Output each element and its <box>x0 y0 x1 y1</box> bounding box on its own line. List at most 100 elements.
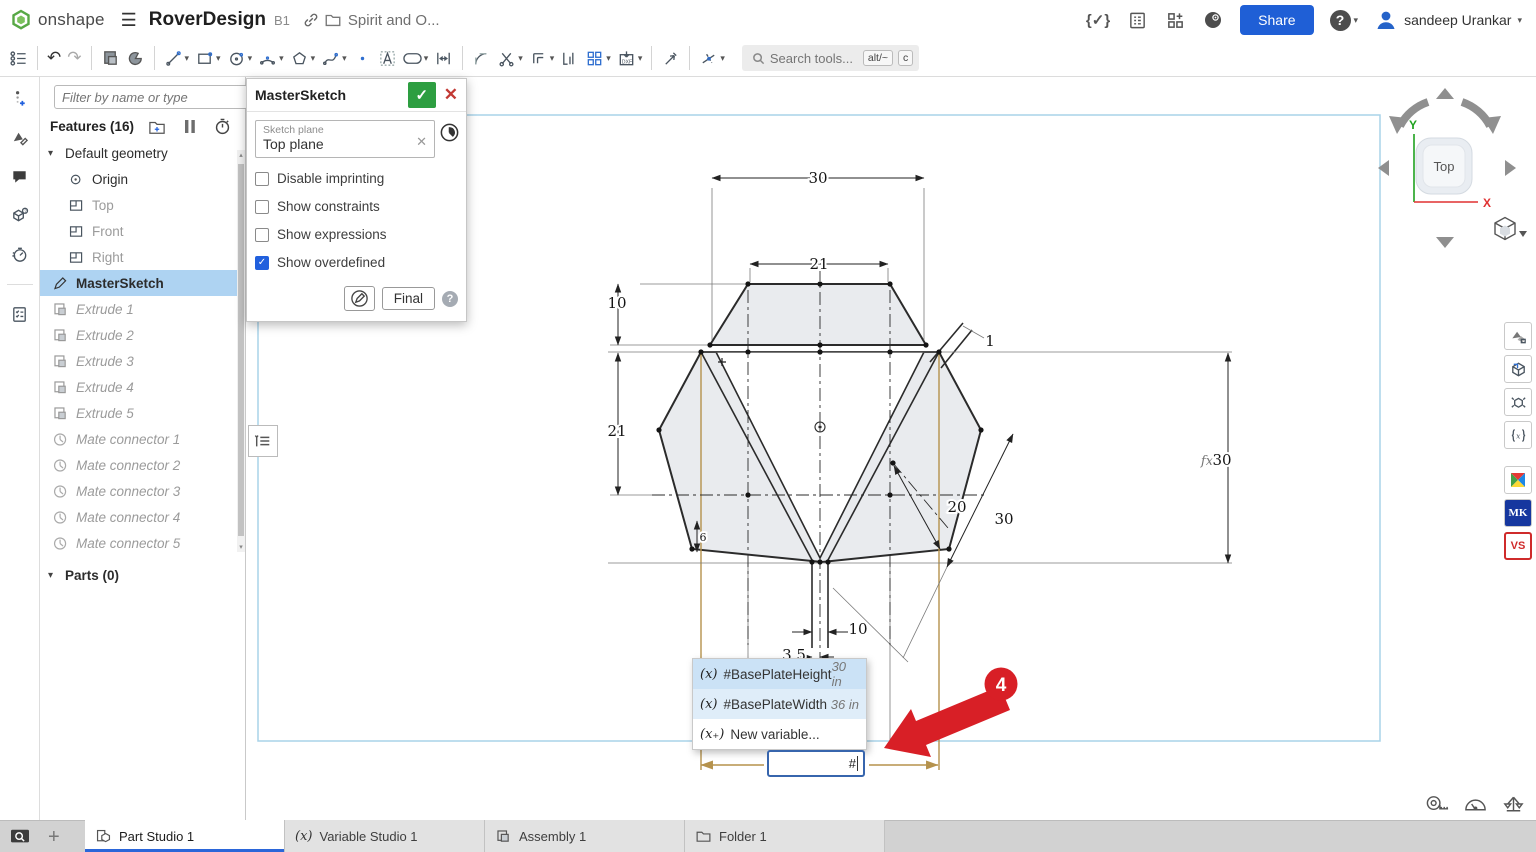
comment-panel-button[interactable] <box>10 167 29 186</box>
cancel-icon[interactable]: ✕ <box>444 85 458 105</box>
show-tabs-icon[interactable] <box>10 828 30 846</box>
spline-tool-button[interactable]: ▾ <box>318 46 350 71</box>
onshape-logo[interactable]: onshape <box>10 9 105 31</box>
named-views-button[interactable] <box>1504 355 1532 383</box>
tree-item-mate-connector-5[interactable]: Mate connector 5 <box>40 530 245 556</box>
render-appearance-button[interactable] <box>1504 322 1532 350</box>
isometric-cube-icon[interactable] <box>1495 218 1515 241</box>
view-options-caret[interactable] <box>1519 231 1527 237</box>
search-tools[interactable]: alt/~ c <box>742 45 919 71</box>
dim-bottom-10[interactable]: 10 <box>848 620 867 638</box>
dimension-value-input[interactable]: # <box>767 750 865 777</box>
point-tool-button[interactable] <box>350 46 375 71</box>
dialog-help-icon[interactable]: ? <box>442 291 458 307</box>
tab-part-studio-1[interactable]: Part Studio 1 <box>85 820 285 852</box>
clear-selection-icon[interactable]: ✕ <box>416 134 427 150</box>
tree-item-extrude-1[interactable]: Extrude 1 <box>40 296 245 322</box>
apps-icon[interactable] <box>1164 9 1186 31</box>
featurescript-icon[interactable]: {✓} <box>1086 11 1110 29</box>
polygon-tool-button[interactable]: ▾ <box>287 46 319 71</box>
feature-list-tool-button[interactable] <box>6 46 31 71</box>
variable-option-BasePlateWidth[interactable]: (x)#BasePlateWidth36 in <box>693 689 866 719</box>
dim-slot-20[interactable]: 20 <box>947 498 966 516</box>
rotate-right-arrow[interactable] <box>1505 160 1516 176</box>
help-menu[interactable]: ? ▾ <box>1330 10 1359 31</box>
add-folder-icon[interactable] <box>148 119 166 135</box>
tree-item-right[interactable]: Right <box>40 244 245 270</box>
variable-option-BasePlateHeight[interactable]: (x)#BasePlateHeight30 in <box>693 659 866 689</box>
parts-section-header[interactable]: ▾ Parts (0) <box>40 562 245 588</box>
dim-left-height[interactable]: 21 <box>607 422 626 440</box>
checkbox-row-show-constraints[interactable]: Show constraints <box>255 199 458 214</box>
text-tool-button[interactable] <box>375 46 400 71</box>
measure-tool-button[interactable] <box>557 46 582 71</box>
performance-panel-button[interactable] <box>10 245 29 264</box>
arc-tool-button[interactable]: ▾ <box>255 46 287 71</box>
view-cube-face-label[interactable]: Top <box>1434 159 1455 174</box>
learning-center-icon[interactable] <box>1202 9 1224 31</box>
link-icon[interactable] <box>300 9 322 31</box>
tab-assembly-1[interactable]: Assembly 1 <box>485 820 685 852</box>
dim-mid-width[interactable]: 21 <box>809 255 828 273</box>
rollback-clock-icon[interactable] <box>439 122 460 143</box>
part-info-panel-button[interactable]: ? <box>10 206 29 225</box>
add-tab-button[interactable]: + <box>48 826 60 849</box>
version-label[interactable]: B1 <box>274 13 290 28</box>
line-tool-button[interactable]: ▾ <box>161 46 193 71</box>
search-tools-input[interactable] <box>770 51 858 66</box>
dim-fx-value[interactable]: 30 <box>1212 451 1231 469</box>
user-menu[interactable]: sandeep Urankar ▾ <box>1374 8 1522 32</box>
tree-item-mate-connector-2[interactable]: Mate connector 2 <box>40 452 245 478</box>
rotate-left-arrow[interactable] <box>1378 160 1389 176</box>
tree-item-front[interactable]: Front <box>40 218 245 244</box>
feature-filter-input[interactable] <box>54 85 248 109</box>
transform-tool-button[interactable] <box>658 46 683 71</box>
dim-trap-height[interactable]: 10 <box>607 294 626 312</box>
final-button[interactable]: Final <box>382 287 435 310</box>
tree-item-mastersketch[interactable]: MasterSketch <box>40 270 245 296</box>
dim-top-width[interactable]: 30 <box>808 169 827 187</box>
copy-tool-button[interactable] <box>98 46 123 71</box>
tilt-up-arrow[interactable] <box>1436 88 1454 99</box>
variable-option-New variable[interactable]: (x₊)New variable... <box>693 719 866 749</box>
notes-panel-button[interactable] <box>10 305 29 324</box>
mk-app-button[interactable]: MK <box>1504 499 1532 527</box>
tree-item-mate-connector-4[interactable]: Mate connector 4 <box>40 504 245 530</box>
breadcrumb[interactable]: Spirit and O... <box>348 12 440 29</box>
checkbox[interactable] <box>255 200 269 214</box>
exploded-view-button[interactable] <box>1504 388 1532 416</box>
pinwheel-button[interactable] <box>1504 466 1532 494</box>
checkbox[interactable]: ✓ <box>255 256 269 270</box>
dim-small-6[interactable]: 6 <box>700 531 707 544</box>
checkbox-row-disable-imprinting[interactable]: Disable imprinting <box>255 171 458 186</box>
view-cube[interactable]: Top Y X <box>1376 82 1528 254</box>
circle-tool-button[interactable]: ▾ <box>224 46 256 71</box>
dim-diag-30[interactable]: 30 <box>994 510 1013 528</box>
tab-variable-studio-1[interactable]: (x)Variable Studio 1 <box>285 820 485 852</box>
share-button[interactable]: Share <box>1240 5 1313 35</box>
trim-tool-button[interactable]: ▾ <box>494 46 526 71</box>
hamburger-menu-icon[interactable]: ☰ <box>121 10 137 31</box>
checkbox-row-show-expressions[interactable]: Show expressions <box>255 227 458 242</box>
suppress-pause-icon[interactable] <box>184 119 196 134</box>
release-tasks-icon[interactable] <box>1126 9 1148 31</box>
dim-strip-1[interactable]: 1 <box>985 332 995 350</box>
dimension-tool-button[interactable] <box>431 46 456 71</box>
offset-tool-button[interactable]: ▾ <box>526 46 558 71</box>
tilt-down-arrow[interactable] <box>1436 237 1454 248</box>
featurescript-button[interactable]: x <box>1504 421 1532 449</box>
construction-tool-button[interactable]: ▾ <box>696 46 728 71</box>
tree-item-extrude-2[interactable]: Extrude 2 <box>40 322 245 348</box>
rect-tool-button[interactable]: ▾ <box>192 46 224 71</box>
appearance-panel-button[interactable] <box>10 128 29 147</box>
versions-panel-button[interactable] <box>10 89 29 108</box>
tape-measure-icon[interactable] <box>1425 794 1450 814</box>
accept-button[interactable]: ✓ <box>408 82 436 108</box>
fillet-tool-button[interactable] <box>469 46 494 71</box>
tree-item-extrude-4[interactable]: Extrude 4 <box>40 374 245 400</box>
tree-item-top[interactable]: Top <box>40 192 245 218</box>
tree-item-extrude-5[interactable]: Extrude 5 <box>40 400 245 426</box>
vs-app-button[interactable]: VS <box>1504 532 1532 560</box>
tree-item-mate-connector-3[interactable]: Mate connector 3 <box>40 478 245 504</box>
sketch-mode-button[interactable] <box>344 286 375 311</box>
